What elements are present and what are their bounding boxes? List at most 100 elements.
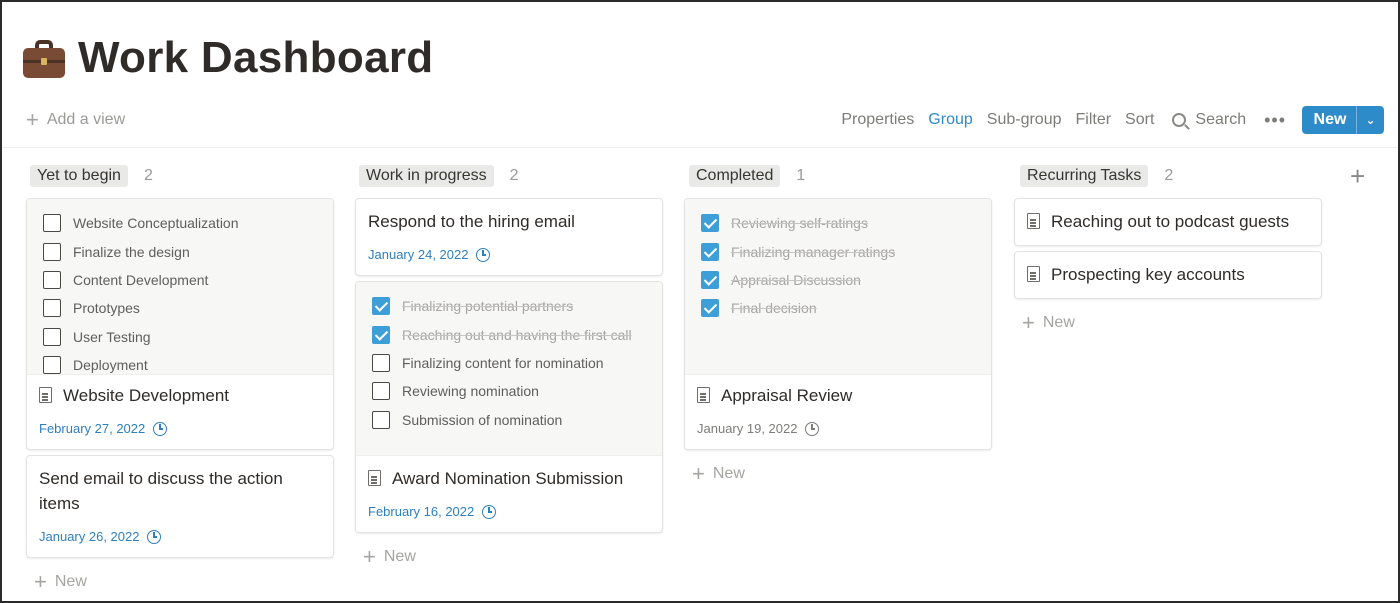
checkbox[interactable] [372, 325, 390, 344]
page-title[interactable]: Work Dashboard [78, 33, 433, 83]
checkbox[interactable] [43, 356, 61, 375]
todo-text: Finalizing content for nomination [402, 354, 604, 371]
column-label: Yet to begin [30, 165, 128, 187]
group-button[interactable]: Group [928, 111, 972, 129]
todo-item[interactable]: Final decision [701, 294, 991, 322]
todo-item[interactable]: Reaching out and having the first call [372, 320, 662, 348]
checkbox[interactable] [701, 270, 719, 289]
view-options: Properties Group Sub-group Filter Sort S… [827, 106, 1384, 134]
todo-item[interactable]: User Testing [43, 323, 333, 351]
todo-item[interactable]: Website Conceptualization [43, 209, 333, 237]
checkbox[interactable] [701, 242, 719, 261]
add-card-button[interactable]: + New [692, 461, 745, 486]
card-title-text: Reaching out to podcast guests [1051, 212, 1290, 231]
column-header[interactable]: Yet to begin 2 [30, 164, 334, 188]
card-cover: Reviewing self-ratings Finalizing manage… [685, 199, 991, 375]
todo-item[interactable]: Finalizing potential partners [372, 292, 662, 320]
board-card[interactable]: Finalizing potential partners Reaching o… [355, 281, 663, 533]
page-icon [39, 387, 52, 403]
todo-item[interactable]: Deployment [43, 351, 333, 379]
board-column-recurring-tasks: Recurring Tasks 2 Reaching out to podcas… [1014, 164, 1322, 334]
todo-item[interactable]: Finalizing content for nomination [372, 349, 662, 377]
column-header[interactable]: Completed 1 [689, 164, 992, 188]
board-card[interactable]: Send email to discuss the action items J… [26, 455, 334, 558]
card-title: Award Nomination Submission [368, 466, 623, 491]
search-icon [1172, 113, 1187, 127]
checkbox[interactable] [701, 299, 719, 318]
page-icon [368, 470, 381, 486]
column-header[interactable]: Work in progress 2 [359, 164, 663, 188]
board-card[interactable]: Reviewing self-ratings Finalizing manage… [684, 198, 992, 450]
plus-icon: + [1022, 310, 1035, 335]
todo-item[interactable]: Reviewing self-ratings [701, 209, 991, 237]
chevron-down-icon[interactable]: ⌄ [1357, 113, 1384, 127]
checkbox[interactable] [372, 353, 390, 372]
todo-text: Website Conceptualization [73, 215, 239, 232]
page-icon [1027, 266, 1040, 282]
column-count: 2 [509, 167, 519, 184]
checkbox[interactable] [43, 327, 61, 346]
board-column-work-in-progress: Work in progress 2 Respond to the hiring… [355, 164, 663, 568]
board-column-yet-to-begin: Yet to begin 2 Website Conceptualization… [26, 164, 334, 593]
todo-text: Submission of nomination [402, 411, 563, 428]
column-count: 2 [1164, 167, 1174, 184]
checkbox[interactable] [372, 410, 390, 429]
todo-text: Reaching out and having the first call [402, 326, 632, 343]
add-group-button[interactable]: + [1350, 163, 1365, 189]
reminder-icon [476, 247, 491, 262]
todo-text: Finalize the design [73, 243, 190, 260]
todo-item[interactable]: Reviewing nomination [372, 377, 662, 405]
board-card[interactable]: Prospecting key accounts [1014, 251, 1322, 299]
new-button[interactable]: New ⌄ [1302, 106, 1384, 134]
checkbox[interactable] [701, 214, 719, 233]
card-title: Send email to discuss the action items [39, 469, 283, 513]
todo-text: Final decision [731, 300, 817, 317]
board-card[interactable]: Respond to the hiring email January 24, … [355, 198, 663, 276]
todo-item[interactable]: Appraisal Discussion [701, 266, 991, 294]
todo-item[interactable]: Finalizing manager ratings [701, 237, 991, 265]
card-date: January 26, 2022 [39, 529, 162, 544]
card-date: February 16, 2022 [368, 504, 497, 519]
checkbox[interactable] [43, 214, 61, 233]
add-card-button[interactable]: + New [1022, 310, 1075, 335]
todo-text: Finalizing manager ratings [731, 243, 896, 260]
board-column-completed: Completed 1 Reviewing self-ratings Final… [684, 164, 992, 485]
board-card[interactable]: Reaching out to podcast guests [1014, 198, 1322, 246]
todo-text: Reviewing nomination [402, 383, 539, 400]
toolbar-divider [2, 147, 1398, 148]
add-view-button[interactable]: + Add a view [26, 109, 125, 131]
more-options-icon[interactable]: ••• [1264, 110, 1286, 131]
todo-text: Prototypes [73, 300, 140, 317]
add-card-button[interactable]: + New [34, 571, 87, 593]
subgroup-button[interactable]: Sub-group [987, 111, 1062, 129]
todo-item[interactable]: Content Development [43, 266, 333, 294]
card-title-text: Website Development [63, 386, 229, 405]
search-button[interactable]: Search [1172, 111, 1246, 129]
plus-icon: + [692, 461, 705, 486]
add-card-button[interactable]: + New [363, 546, 416, 568]
todo-item[interactable]: Finalize the design [43, 237, 333, 265]
properties-button[interactable]: Properties [841, 111, 914, 129]
reminder-icon [482, 504, 497, 519]
checkbox[interactable] [43, 299, 61, 318]
todo-item[interactable]: Prototypes [43, 294, 333, 322]
board-card[interactable]: Website Conceptualization Finalize the d… [26, 198, 334, 450]
checkbox[interactable] [43, 270, 61, 289]
card-date: January 24, 2022 [368, 247, 491, 262]
sort-button[interactable]: Sort [1125, 111, 1154, 129]
add-card-label: New [1042, 314, 1075, 331]
column-header[interactable]: Recurring Tasks 2 [1020, 164, 1322, 188]
checkbox[interactable] [43, 242, 61, 261]
checkbox[interactable] [372, 382, 390, 401]
column-count: 2 [143, 167, 153, 184]
todo-text: Reviewing self-ratings [731, 215, 868, 232]
reminder-icon [805, 421, 820, 436]
todo-item[interactable]: Submission of nomination [372, 406, 662, 434]
filter-button[interactable]: Filter [1075, 111, 1111, 129]
column-count: 1 [796, 167, 806, 184]
todo-text: User Testing [73, 328, 151, 345]
checkbox[interactable] [372, 297, 390, 316]
date-text: January 24, 2022 [368, 247, 469, 262]
column-label: Work in progress [359, 165, 494, 187]
briefcase-icon[interactable] [22, 36, 66, 80]
